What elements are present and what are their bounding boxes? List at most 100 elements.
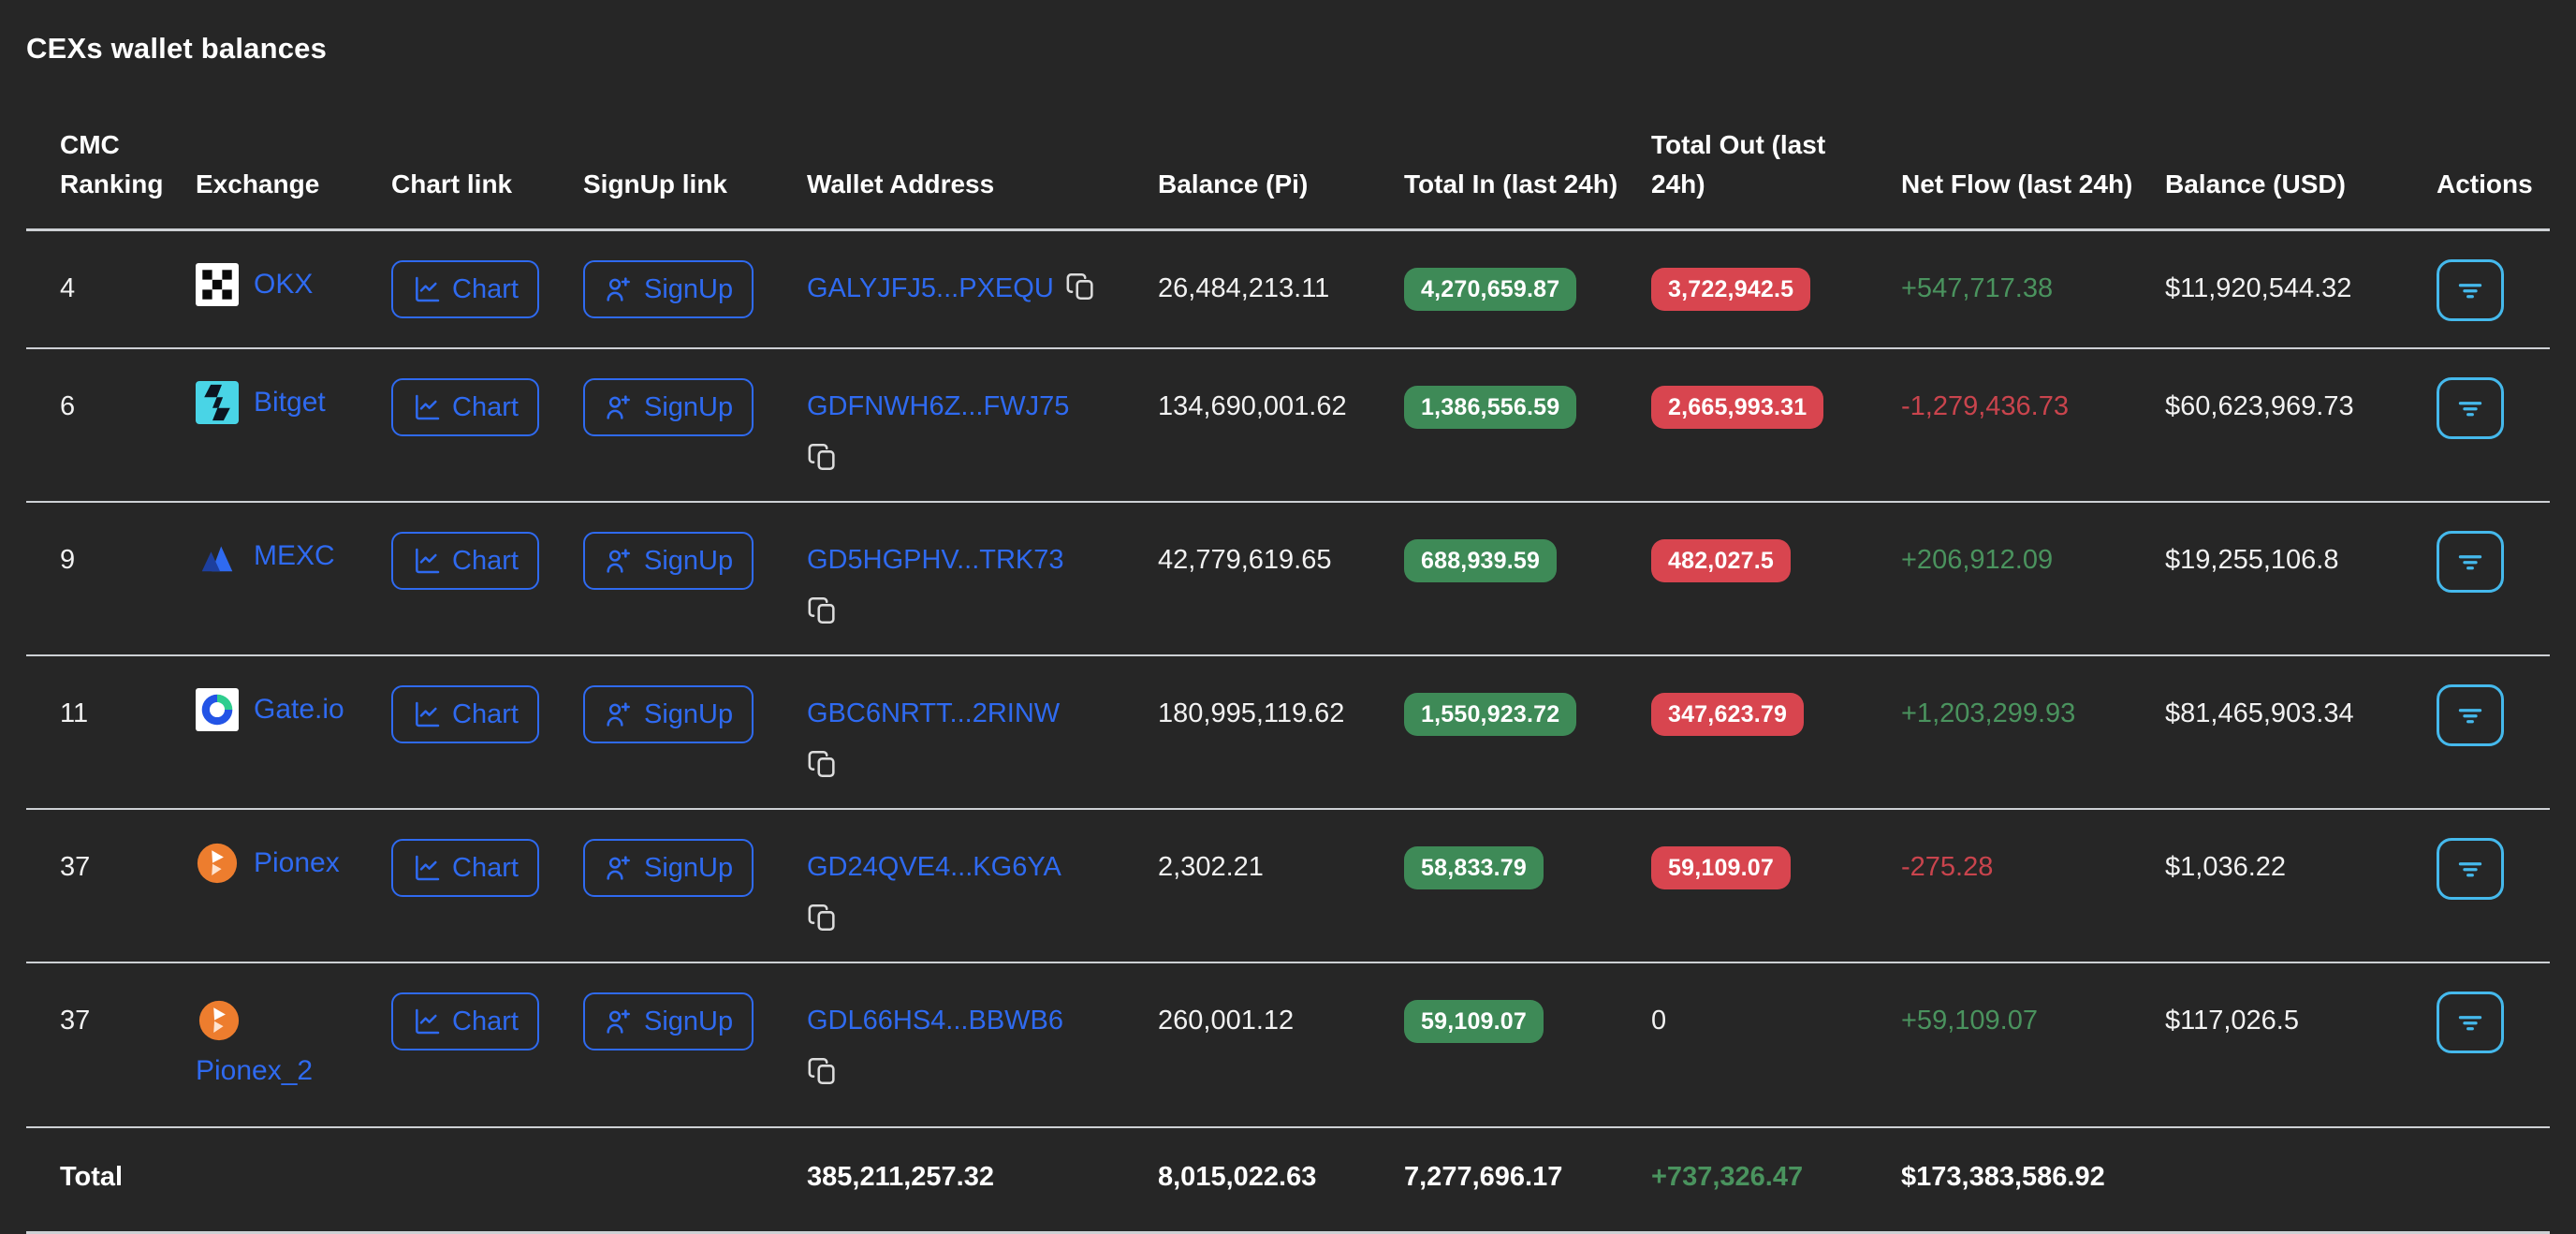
okx-logo-icon bbox=[196, 263, 239, 306]
column-header-wallet-address: Wallet Address bbox=[807, 169, 995, 198]
table-row: 11 Gate.io Chart SignUp GBC6NRTT...2RINW 180,… bbox=[26, 655, 2550, 809]
net-flow-value: +59,109.07 bbox=[1901, 1006, 2038, 1036]
table-total-row: Total 385,211,257.32 8,015,022.63 7,277,696… bbox=[26, 1127, 2550, 1233]
exchange-cell: Bitget bbox=[196, 377, 367, 428]
row-actions-button[interactable] bbox=[2437, 838, 2504, 900]
chart-link-button[interactable]: Chart bbox=[391, 260, 539, 319]
signup-link-button[interactable]: SignUp bbox=[583, 839, 754, 898]
balance-pi-value: 260,001.12 bbox=[1158, 1006, 1295, 1036]
page: CEXs wallet balances CMC Ranking Exchange… bbox=[0, 0, 2576, 1234]
filter-icon bbox=[2453, 391, 2487, 425]
user-plus-icon bbox=[604, 274, 634, 304]
cmc-ranking-value: 37 bbox=[60, 1006, 91, 1036]
signup-link-button[interactable]: SignUp bbox=[583, 685, 754, 744]
column-header-cmc-ranking: CMC Ranking bbox=[60, 130, 164, 198]
row-actions-button[interactable] bbox=[2437, 259, 2504, 321]
cmc-ranking-value: 11 bbox=[60, 698, 89, 728]
pionex-logo-icon bbox=[198, 999, 241, 1042]
signup-link-button[interactable]: SignUp bbox=[583, 378, 754, 437]
total-in-badge: 1,386,556.59 bbox=[1404, 386, 1577, 430]
total-balance-usd-value: $173,383,586.92 bbox=[1901, 1162, 2105, 1192]
row-actions-button[interactable] bbox=[2437, 992, 2504, 1053]
user-plus-icon bbox=[604, 699, 634, 729]
chart-link-button[interactable]: Chart bbox=[391, 378, 539, 437]
chart-link-button[interactable]: Chart bbox=[391, 532, 539, 591]
total-net-flow-value: +737,326.47 bbox=[1651, 1162, 1804, 1192]
signup-link-button[interactable]: SignUp bbox=[583, 532, 754, 591]
copy-address-button[interactable] bbox=[807, 595, 839, 626]
total-in-badge: 688,939.59 bbox=[1404, 539, 1558, 583]
filter-icon bbox=[2453, 273, 2487, 307]
row-actions-button[interactable] bbox=[2437, 684, 2504, 746]
chart-link-button[interactable]: Chart bbox=[391, 839, 539, 898]
chart-icon bbox=[412, 392, 442, 422]
total-out-badge: 2,665,993.31 bbox=[1651, 386, 1824, 430]
exchange-link[interactable]: OKX bbox=[254, 259, 313, 310]
user-plus-icon bbox=[604, 1006, 634, 1036]
signup-link-button[interactable]: SignUp bbox=[583, 260, 754, 319]
gateio-logo-icon bbox=[196, 688, 239, 731]
total-out-value: 0 bbox=[1651, 1006, 1667, 1036]
wallet-address-link[interactable]: GDFNWH6Z...FWJ75 bbox=[807, 391, 1069, 421]
column-header-actions: Actions bbox=[2437, 169, 2533, 198]
cmc-ranking-value: 4 bbox=[60, 273, 76, 303]
user-plus-icon bbox=[604, 392, 634, 422]
column-header-total-out-last-24h: Total Out (last 24h) bbox=[1651, 130, 1826, 198]
cmc-ranking-value: 37 bbox=[60, 852, 91, 882]
total-in-badge: 1,550,923.72 bbox=[1404, 693, 1577, 737]
copy-icon bbox=[807, 1055, 839, 1087]
chart-icon bbox=[412, 274, 442, 304]
wallet-address-link[interactable]: GD5HGPHV...TRK73 bbox=[807, 545, 1064, 575]
wallet-address-link[interactable]: GALYJFJ5...PXEQU bbox=[807, 273, 1054, 303]
table-row: 37 Pionex_2 Chart SignUp GDL66HS4...BBWB6 260… bbox=[26, 962, 2550, 1127]
chart-link-button[interactable]: Chart bbox=[391, 685, 539, 744]
balance-pi-value: 42,779,619.65 bbox=[1158, 545, 1332, 575]
total-in-sum-value: 8,015,022.63 bbox=[1158, 1162, 1317, 1192]
copy-address-button[interactable] bbox=[807, 748, 839, 780]
copy-address-button[interactable] bbox=[1065, 271, 1097, 302]
column-header-exchange: Exchange bbox=[196, 169, 320, 198]
chart-link-button[interactable]: Chart bbox=[391, 992, 539, 1051]
column-header-net-flow-last-24h: Net Flow (last 24h) bbox=[1901, 169, 2133, 198]
copy-address-button[interactable] bbox=[807, 902, 839, 933]
row-actions-button[interactable] bbox=[2437, 377, 2504, 439]
chart-icon bbox=[412, 546, 442, 576]
wallet-address-link[interactable]: GBC6NRTT...2RINW bbox=[807, 698, 1060, 728]
net-flow-value: -275.28 bbox=[1901, 852, 1994, 882]
chart-icon bbox=[412, 1006, 442, 1036]
exchange-link[interactable]: Bitget bbox=[254, 377, 326, 428]
net-flow-value: +206,912.09 bbox=[1901, 545, 2054, 575]
total-in-badge: 58,833.79 bbox=[1404, 846, 1544, 890]
filter-icon bbox=[2453, 852, 2487, 886]
exchange-cell: MEXC bbox=[196, 531, 367, 581]
exchange-link[interactable]: Pionex bbox=[254, 838, 340, 889]
exchange-link[interactable]: Gate.io bbox=[254, 684, 344, 735]
cmc-ranking-value: 6 bbox=[60, 391, 76, 421]
copy-address-button[interactable] bbox=[807, 1055, 839, 1087]
exchange-link[interactable]: MEXC bbox=[254, 531, 335, 581]
user-plus-icon bbox=[604, 853, 634, 883]
table-header-row: CMC Ranking Exchange Chart link SignUp link… bbox=[26, 66, 2550, 230]
table-row: 6 Bitget Chart SignUp GDFNWH6Z...FWJ75 134,69… bbox=[26, 348, 2550, 502]
wallet-address-link[interactable]: GDL66HS4...BBWB6 bbox=[807, 1006, 1063, 1036]
exchange-link[interactable]: Pionex_2 bbox=[196, 1055, 313, 1086]
total-out-badge: 482,027.5 bbox=[1651, 539, 1792, 583]
exchange-cell: Pionex_2 bbox=[196, 999, 367, 1100]
balance-usd-value: $81,465,903.34 bbox=[2165, 698, 2354, 728]
row-actions-button[interactable] bbox=[2437, 531, 2504, 593]
total-out-badge: 59,109.07 bbox=[1651, 846, 1792, 890]
balance-pi-value: 180,995,119.62 bbox=[1158, 698, 1345, 728]
signup-link-button[interactable]: SignUp bbox=[583, 992, 754, 1051]
wallet-address-link[interactable]: GD24QVE4...KG6YA bbox=[807, 852, 1061, 882]
total-label: Total bbox=[60, 1162, 124, 1192]
column-header-signup-link: SignUp link bbox=[583, 169, 727, 198]
balance-pi-value: 134,690,001.62 bbox=[1158, 391, 1347, 421]
cex-wallet-balances-table: CMC Ranking Exchange Chart link SignUp link… bbox=[26, 66, 2550, 1234]
filter-icon bbox=[2453, 1006, 2487, 1039]
balance-usd-value: $1,036.22 bbox=[2165, 852, 2287, 882]
copy-icon bbox=[807, 748, 839, 780]
copy-address-button[interactable] bbox=[807, 441, 839, 473]
balance-pi-value: 26,484,213.11 bbox=[1158, 273, 1330, 303]
total-balance-pi-value: 385,211,257.32 bbox=[807, 1162, 994, 1192]
exchange-cell: OKX bbox=[196, 259, 367, 310]
